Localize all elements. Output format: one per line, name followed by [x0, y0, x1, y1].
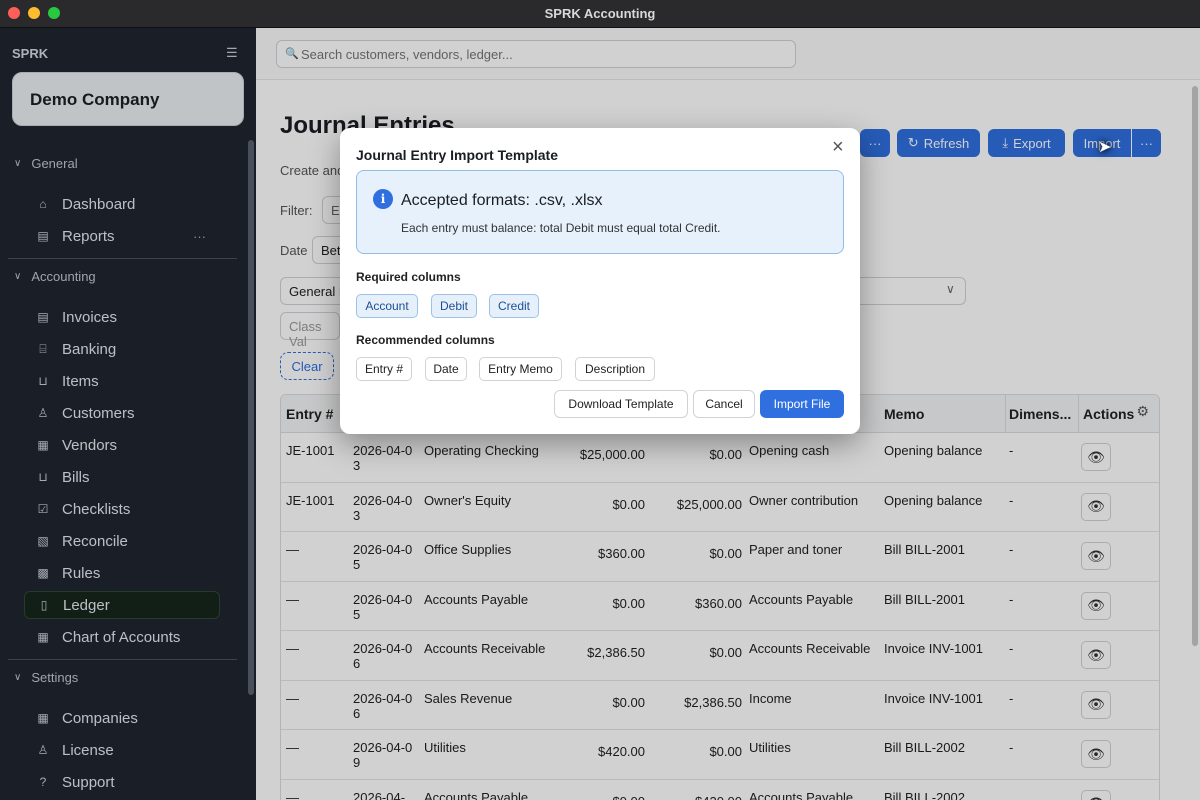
required-columns-label: Required columns: [356, 270, 461, 284]
recommended-chip-description: Description: [575, 357, 655, 381]
mouse-cursor-icon: ➤: [1098, 139, 1112, 156]
recommended-chip-entry: Entry #: [356, 357, 412, 381]
info-icon: i: [373, 189, 393, 209]
window-title: SPRK Accounting: [544, 6, 656, 21]
dialog-title: Journal Entry Import Template: [356, 147, 558, 163]
window-controls: [8, 7, 60, 19]
close-window-button[interactable]: [8, 7, 20, 19]
info-callout: i Accepted formats: .csv, .xlsx Each ent…: [356, 170, 844, 254]
import-file-button[interactable]: Import File: [760, 390, 844, 418]
import-template-dialog: Journal Entry Import Template × i Accept…: [340, 128, 860, 434]
required-chip-account: Account: [356, 294, 418, 318]
minimize-window-button[interactable]: [28, 7, 40, 19]
window-titlebar: SPRK Accounting: [0, 0, 1200, 28]
required-chip-credit: Credit: [489, 294, 539, 318]
required-chip-debit: Debit: [431, 294, 477, 318]
zoom-window-button[interactable]: [48, 7, 60, 19]
cancel-button[interactable]: Cancel: [693, 390, 755, 418]
recommended-chip-date: Date: [425, 357, 467, 381]
info-title: Accepted formats: .csv, .xlsx: [401, 192, 603, 209]
recommended-columns-label: Recommended columns: [356, 333, 495, 347]
info-text: Each entry must balance: total Debit mus…: [401, 221, 721, 235]
close-icon[interactable]: ×: [832, 137, 844, 157]
download-template-button[interactable]: Download Template: [554, 390, 688, 418]
recommended-chip-entry-memo: Entry Memo: [479, 357, 562, 381]
